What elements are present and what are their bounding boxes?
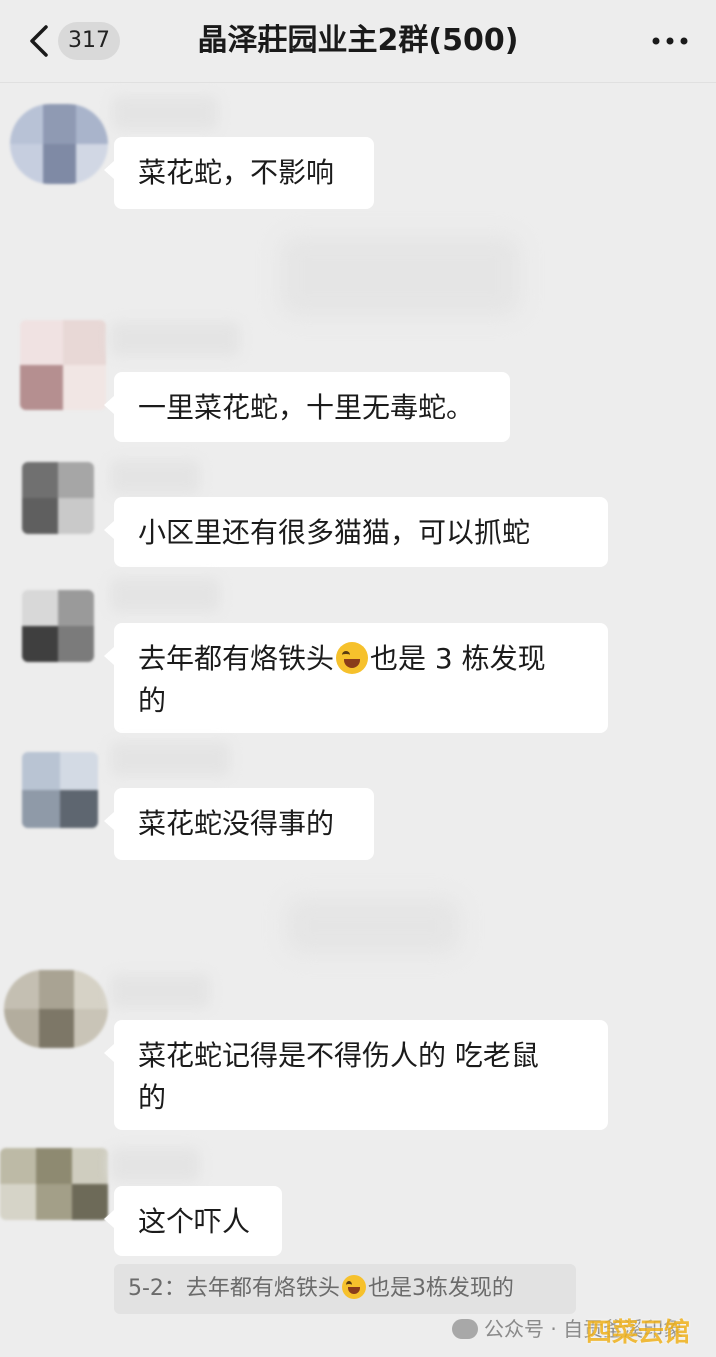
avatar[interactable]	[22, 752, 98, 828]
message-bubble[interactable]: 小区里还有很多猫猫，可以抓蛇	[104, 497, 608, 567]
sender-name-blurred	[110, 974, 210, 1008]
quoted-message[interactable]: 5-2：去年都有烙铁头 也是3栋发现的	[114, 1264, 576, 1314]
message-bubble[interactable]: 菜花蛇记得是不得伤人的 吃老鼠 的	[104, 1020, 608, 1130]
more-dots-icon[interactable]	[650, 26, 690, 56]
sender-name-blurred	[112, 96, 218, 130]
message-bubble[interactable]: 菜花蛇，不影响	[104, 137, 374, 209]
avatar[interactable]	[4, 970, 108, 1048]
wechat-icon	[452, 1319, 478, 1339]
quote-text: 5-2：去年都有烙铁头	[128, 1276, 340, 1301]
avatar[interactable]	[22, 462, 94, 534]
laughing-crying-emoji-icon	[341, 1275, 366, 1299]
message-text: 去年都有烙铁头	[138, 642, 335, 675]
avatar[interactable]	[20, 320, 106, 410]
sender-name-blurred	[110, 742, 230, 776]
unread-count-badge[interactable]: 317	[58, 22, 120, 60]
message-bubble[interactable]: 这个吓人	[104, 1186, 282, 1256]
logo-watermark: 四菜云馆	[586, 1318, 691, 1348]
chevron-left-icon[interactable]	[26, 24, 54, 58]
sender-name-blurred	[110, 1148, 200, 1182]
blurred-placeholder	[286, 898, 460, 954]
quote-text: 也是3栋发现的	[367, 1276, 514, 1301]
message-bubble[interactable]: 去年都有烙铁头 也是 3 栋发现 的	[104, 623, 608, 733]
sender-name-blurred	[110, 578, 220, 612]
avatar[interactable]	[22, 590, 94, 662]
message-bubble[interactable]: 菜花蛇没得事的	[104, 788, 374, 860]
avatar[interactable]	[10, 104, 108, 184]
laughing-crying-emoji-icon	[336, 642, 369, 674]
sender-name-blurred	[110, 322, 240, 356]
avatar[interactable]	[0, 1148, 108, 1220]
message-bubble[interactable]: 一里菜花蛇，十里无毒蛇。	[104, 372, 510, 442]
sender-name-blurred	[110, 460, 200, 494]
chat-header: 317 晶泽莊园业主2群(500)	[0, 0, 716, 83]
blurred-placeholder	[280, 236, 520, 316]
